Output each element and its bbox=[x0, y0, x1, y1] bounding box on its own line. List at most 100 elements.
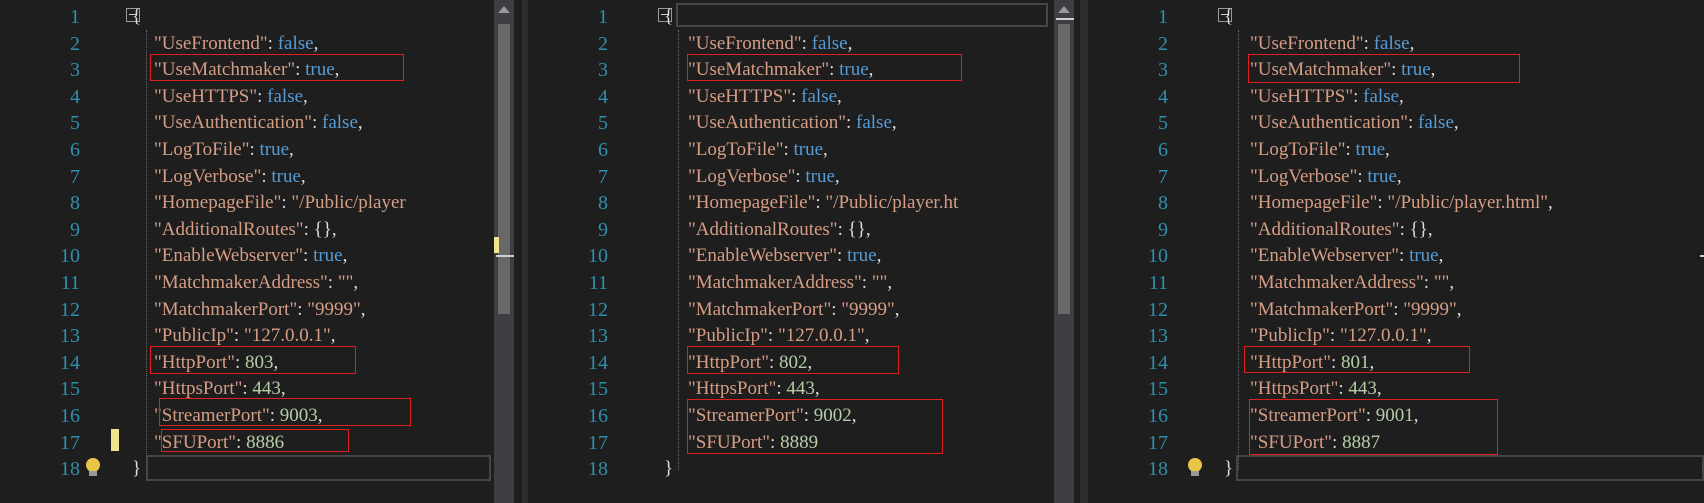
code-line[interactable]: "MatchmakerAddress": "", bbox=[1250, 270, 1454, 297]
code-token-punc: : {}, bbox=[303, 218, 337, 240]
editor-pane-middle[interactable]: 1 2 3 4 5 6 7 8 9 10 11 12 13 14 15 16 17 18 {"UseFronten… bbox=[528, 0, 1080, 503]
code-token-num: 443 bbox=[786, 378, 815, 400]
change-marker bbox=[111, 429, 119, 451]
code-line[interactable]: "UseHTTPS": false, bbox=[1250, 84, 1404, 111]
code-line[interactable]: "MatchmakerAddress": "", bbox=[154, 270, 358, 297]
code-token-punc: : bbox=[297, 298, 308, 320]
code-token-punc: : bbox=[837, 245, 848, 267]
code-line[interactable]: "HomepageFile": "/Public/player bbox=[154, 190, 406, 217]
scrollbar-thumb[interactable] bbox=[1058, 24, 1070, 314]
code-line[interactable]: "MatchmakerPort": "9999", bbox=[154, 297, 366, 324]
code-line[interactable]: "LogToFile": true, bbox=[1250, 137, 1390, 164]
code-token-punc: , bbox=[1449, 272, 1455, 293]
highlight-box-streamer-sfu bbox=[1249, 399, 1498, 455]
line-number: 13 bbox=[588, 325, 608, 348]
code-line[interactable]: "MatchmakerPort": "9999", bbox=[688, 297, 900, 324]
code-line[interactable]: "LogVerbose": true, bbox=[688, 164, 840, 191]
code-token-bool: false bbox=[1363, 85, 1400, 107]
line-number: 9 bbox=[598, 218, 608, 241]
code-line[interactable]: "EnableWebserver": true, bbox=[688, 243, 881, 270]
code-token-str: "127.0.0.1" bbox=[777, 325, 865, 347]
code-token-punc: , bbox=[289, 139, 294, 160]
code-line[interactable]: "HomepageFile": "/Public/player.ht bbox=[688, 190, 958, 217]
code-line[interactable]: "LogToFile": true, bbox=[154, 137, 294, 164]
code-line[interactable]: } bbox=[664, 456, 673, 483]
code-line[interactable]: "EnableWebserver": true, bbox=[154, 243, 347, 270]
code-line[interactable]: "EnableWebserver": true, bbox=[1250, 243, 1443, 270]
lightbulb-icon[interactable] bbox=[1186, 457, 1204, 479]
code-token-punc: : bbox=[795, 165, 806, 187]
code-token-key: "PublicIp" bbox=[154, 325, 234, 347]
code-token-punc: : bbox=[776, 378, 787, 400]
code-token-punc: : bbox=[801, 32, 812, 54]
pane-splitter[interactable] bbox=[1080, 0, 1088, 503]
code-token-punc: , bbox=[1453, 112, 1459, 134]
code-token-punc: , bbox=[823, 139, 828, 160]
line-number: 9 bbox=[1158, 218, 1168, 241]
code-token-key: "HttpsPort" bbox=[154, 378, 243, 400]
code-token-str: "/Public/player bbox=[291, 192, 406, 214]
code-token-punc: , bbox=[834, 165, 840, 187]
line-number: 12 bbox=[588, 298, 608, 321]
code-line[interactable]: { bbox=[132, 4, 141, 31]
highlight-box-streamerport bbox=[159, 398, 411, 426]
vertical-scrollbar[interactable] bbox=[494, 0, 514, 503]
code-token-punc: : bbox=[1423, 272, 1434, 293]
code-token-punc: : bbox=[242, 378, 253, 400]
line-number-gutter: 1 2 3 4 5 6 7 8 9 10 11 12 13 14 15 16 17 18 bbox=[0, 0, 88, 503]
line-number: 2 bbox=[70, 32, 80, 55]
lightbulb-icon[interactable] bbox=[84, 457, 102, 479]
code-token-bool: true bbox=[1355, 139, 1386, 160]
code-line[interactable]: "LogToFile": true, bbox=[688, 137, 828, 164]
editor-pane-left[interactable]: 1 2 3 4 5 6 7 8 9 10 11 12 13 14 15 16 17 18 {"UseFronten… bbox=[0, 0, 522, 503]
code-token-punc: : bbox=[249, 139, 260, 160]
code-token-punc: , bbox=[864, 325, 870, 347]
highlight-box-sfuport bbox=[161, 429, 349, 452]
code-token-str: "9999" bbox=[307, 298, 361, 320]
code-line[interactable]: "AdditionalRoutes": {}, bbox=[688, 217, 871, 244]
code-line[interactable]: "AdditionalRoutes": {}, bbox=[154, 217, 337, 244]
code-token-punc: : bbox=[815, 192, 826, 214]
vertical-scrollbar[interactable] bbox=[1054, 0, 1074, 503]
code-token-punc: : bbox=[1399, 245, 1410, 267]
code-line[interactable]: "HomepageFile": "/Public/player.html", bbox=[1250, 190, 1553, 217]
code-token-key: "UseFrontend" bbox=[1250, 32, 1364, 54]
code-token-punc: : bbox=[267, 32, 278, 54]
code-token-bool: false bbox=[811, 32, 848, 54]
code-token-key: "HomepageFile" bbox=[154, 192, 282, 214]
highlight-box-httpport bbox=[1244, 346, 1470, 373]
code-token-key: "MatchmakerAddress" bbox=[154, 272, 328, 293]
code-line[interactable]: "UseHTTPS": false, bbox=[688, 84, 842, 111]
code-line[interactable]: "MatchmakerAddress": "", bbox=[688, 270, 892, 297]
code-line[interactable]: "UseAuthentication": false, bbox=[1250, 110, 1459, 137]
code-token-punc: : bbox=[311, 112, 323, 134]
code-line[interactable]: "UseAuthentication": false, bbox=[154, 110, 363, 137]
code-token-bool: true bbox=[1409, 245, 1439, 267]
line-number: 2 bbox=[1158, 32, 1168, 55]
code-token-str: "" bbox=[1433, 272, 1450, 293]
line-number: 4 bbox=[1158, 85, 1168, 108]
code-line[interactable]: "MatchmakerPort": "9999", bbox=[1250, 297, 1462, 324]
code-token-key: "HttpsPort" bbox=[688, 378, 777, 400]
scroll-up-arrow-icon[interactable] bbox=[1058, 6, 1070, 13]
code-line[interactable]: "LogVerbose": true, bbox=[154, 164, 306, 191]
code-token-punc: { bbox=[664, 6, 674, 27]
code-line[interactable]: } bbox=[1224, 456, 1233, 483]
code-line[interactable]: "AdditionalRoutes": {}, bbox=[1250, 217, 1433, 244]
code-line[interactable]: "UseAuthentication": false, bbox=[688, 110, 897, 137]
code-line[interactable]: } bbox=[132, 456, 141, 483]
scrollbar-marker bbox=[1700, 255, 1704, 257]
code-token-str: "9999" bbox=[841, 298, 895, 320]
code-line[interactable]: { bbox=[1224, 4, 1233, 31]
code-line[interactable]: "LogVerbose": true, bbox=[1250, 164, 1402, 191]
code-token-punc: , bbox=[1438, 245, 1444, 267]
scrollbar-thumb[interactable] bbox=[498, 24, 510, 314]
code-token-bool: true bbox=[313, 245, 343, 267]
code-token-key: "EnableWebserver" bbox=[1250, 245, 1400, 267]
code-token-punc: , bbox=[360, 298, 366, 320]
code-line[interactable]: { bbox=[664, 4, 673, 31]
code-line[interactable]: "UseHTTPS": false, bbox=[154, 84, 308, 111]
editor-pane-right[interactable]: 1 2 3 4 5 6 7 8 9 10 11 12 13 14 15 16 17 18 {"UseFronten… bbox=[1088, 0, 1704, 503]
code-token-key: "LogVerbose" bbox=[154, 165, 262, 187]
scroll-up-arrow-icon[interactable] bbox=[498, 6, 510, 13]
